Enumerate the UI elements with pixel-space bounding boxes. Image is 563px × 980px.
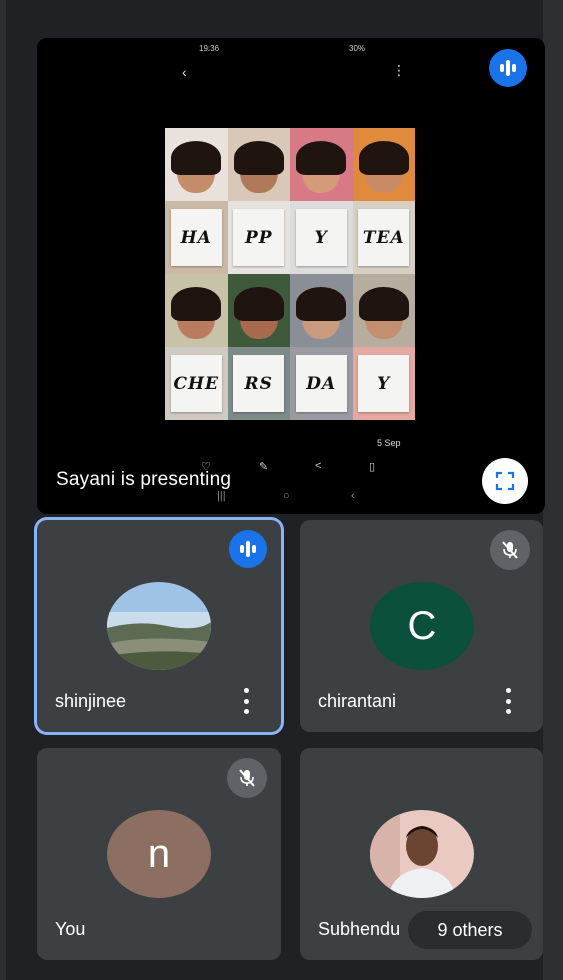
- fullscreen-icon: [495, 471, 515, 491]
- shared-home-icon: ○: [283, 490, 290, 502]
- avatar: n: [107, 810, 211, 898]
- mic-off-icon: [490, 530, 530, 570]
- shared-screen-battery: 30%: [349, 44, 366, 53]
- collage-photo: [290, 274, 353, 347]
- collage-card: Y: [352, 347, 415, 420]
- shared-menu-icon: ⋮: [392, 62, 406, 78]
- avatar: C: [370, 582, 474, 670]
- participant-name: You: [55, 919, 86, 939]
- avatar-initial: C: [407, 603, 437, 648]
- shared-share-icon: <: [315, 460, 322, 472]
- collage-card: HA: [165, 201, 228, 274]
- presenting-label: Sayani is presenting: [56, 469, 232, 490]
- collage-photo: [290, 128, 353, 201]
- shared-screen-status-bar: 19:36 30%: [37, 44, 545, 58]
- collage-photo: [227, 128, 290, 201]
- shared-date-stamp: 5 Sep: [377, 438, 401, 448]
- collage-card: CHE: [165, 347, 228, 420]
- shared-back-icon: ‹: [182, 64, 187, 80]
- shared-delete-icon: ▯: [369, 461, 376, 473]
- collage-photo: [352, 128, 415, 201]
- others-participants-button[interactable]: 9 others: [408, 911, 532, 949]
- shared-screen-time: 19:36: [199, 44, 220, 53]
- participant-tile-shinjinee[interactable]: shinjinee: [37, 520, 281, 732]
- avatar: [107, 582, 211, 670]
- collage-card: PP: [227, 201, 290, 274]
- participant-name: chirantani: [318, 691, 397, 711]
- shared-edit-icon: ✎: [259, 461, 269, 473]
- more-options-button[interactable]: [505, 688, 511, 714]
- collage-photo: [227, 274, 290, 347]
- collage-card: DA: [290, 347, 353, 420]
- participant-tile-you[interactable]: n You: [37, 748, 281, 960]
- shared-photo-collage: HA PP Y TEA CHE RS DA Y: [165, 128, 415, 420]
- mic-off-icon: [227, 758, 267, 798]
- participant-name: Subhendu: [318, 919, 401, 939]
- collage-card: RS: [227, 347, 290, 420]
- audio-level-icon: [229, 530, 267, 568]
- more-options-button[interactable]: [243, 688, 249, 714]
- participant-tile-chirantani[interactable]: C chirantani: [300, 520, 543, 732]
- presentation-tile[interactable]: 19:36 30% ‹ ⋮ HA PP Y TEA CHE RS DA Y 5 …: [37, 38, 545, 514]
- collage-card: TEA: [352, 201, 415, 274]
- collage-photo: [165, 128, 228, 201]
- audio-level-icon: [489, 49, 527, 87]
- shared-recents-icon: |||: [217, 490, 226, 502]
- avatar-initial: n: [147, 831, 171, 876]
- collage-photo: [352, 274, 415, 347]
- shared-nav-back-icon: ‹: [351, 490, 355, 502]
- collage-photo: [165, 274, 228, 347]
- participant-name: shinjinee: [55, 691, 127, 711]
- shared-nav-bar: ||| ○ ‹: [217, 490, 377, 506]
- fullscreen-button[interactable]: [482, 458, 528, 504]
- collage-card: Y: [290, 201, 353, 274]
- avatar: [370, 810, 474, 898]
